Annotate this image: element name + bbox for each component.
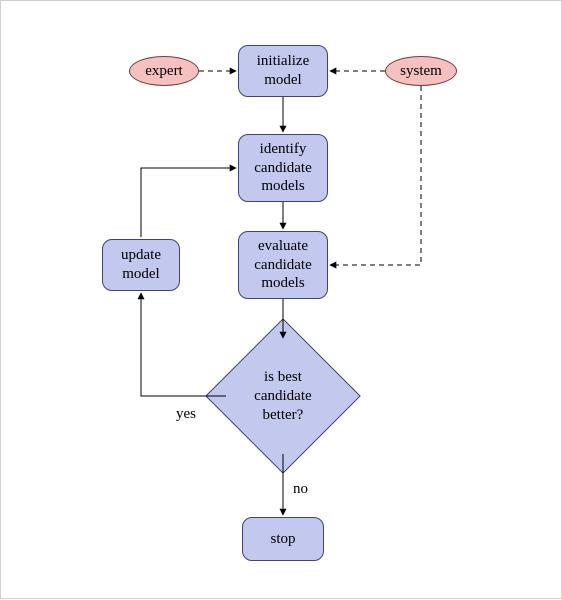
- expert-node: expert: [129, 56, 199, 86]
- identify-candidate-label: identify candidate models: [254, 140, 311, 196]
- no-label: no: [293, 481, 308, 498]
- evaluate-candidate-label: evaluate candidate models: [254, 237, 311, 293]
- stop-label: stop: [270, 530, 295, 549]
- system-label: system: [400, 62, 442, 81]
- flowchart-canvas: expert system initialize model identify …: [0, 0, 562, 599]
- edge-system-evaluate: [330, 86, 421, 265]
- edge-decision-update: [141, 293, 226, 396]
- evaluate-candidate-node: evaluate candidate models: [238, 231, 328, 299]
- expert-label: expert: [145, 62, 182, 81]
- initialize-model-label: initialize model: [257, 52, 309, 90]
- decision-label: is best candidate better?: [254, 369, 311, 423]
- stop-node: stop: [242, 517, 324, 561]
- edge-update-identify: [141, 168, 236, 237]
- identify-candidate-node: identify candidate models: [238, 134, 328, 202]
- update-model-node: update model: [102, 239, 180, 291]
- system-node: system: [385, 56, 457, 86]
- yes-label: yes: [176, 406, 196, 423]
- decision-node: is best candidate better?: [205, 318, 361, 474]
- initialize-model-node: initialize model: [238, 45, 328, 97]
- update-model-label: update model: [121, 246, 161, 284]
